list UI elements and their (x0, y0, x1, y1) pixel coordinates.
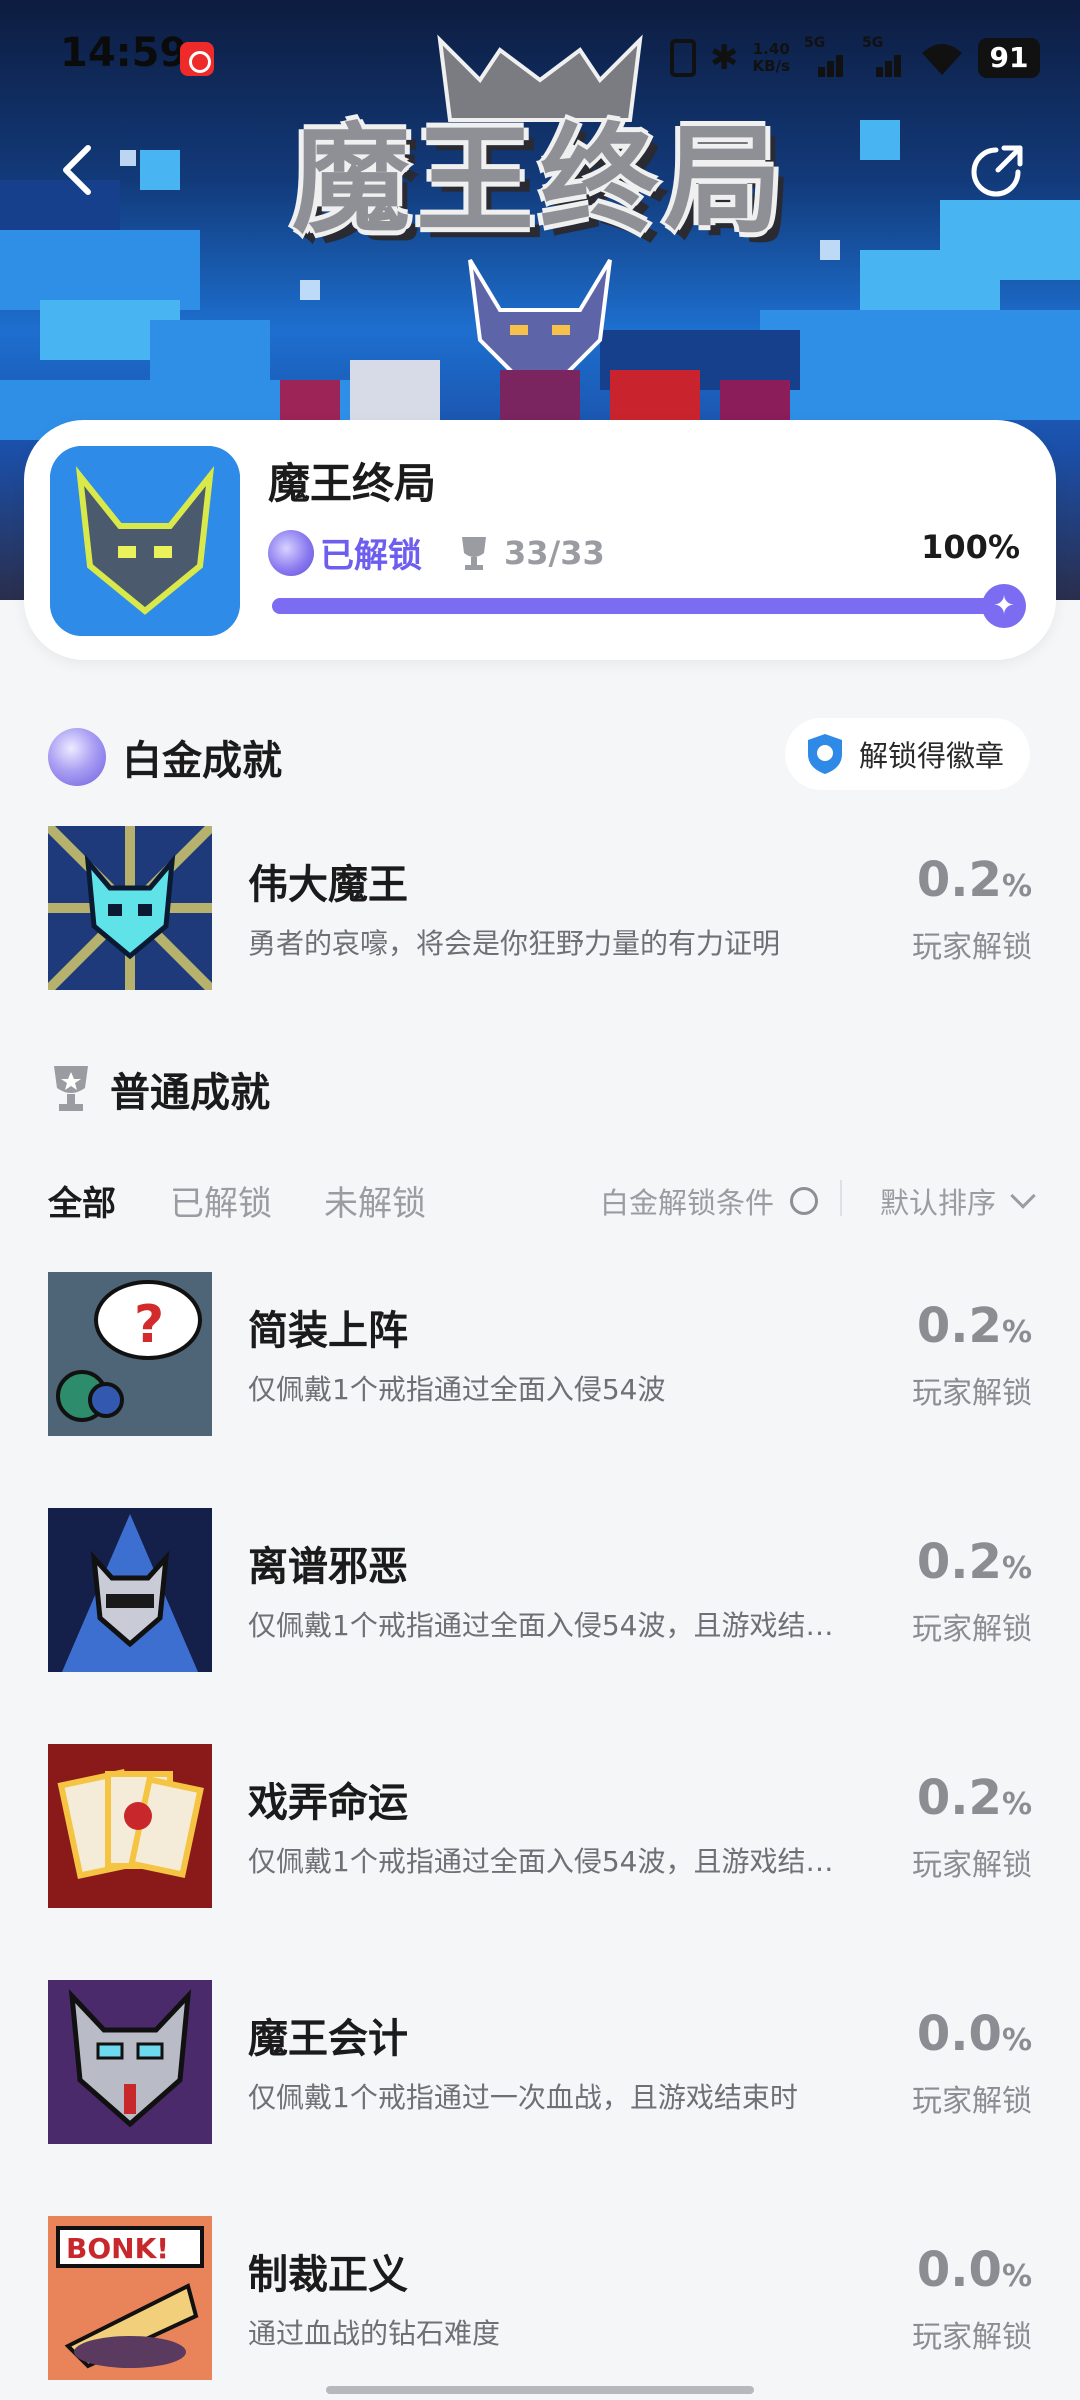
trophy-icon (462, 536, 486, 570)
achievements-page: 魔王终局 14:59 ✱ 1.40 KB/s 5G 5G 91 魔王终局 已解锁… (0, 0, 1080, 2400)
achievement-name: 魔王会计 (248, 2016, 408, 2062)
achievement-item[interactable]: 离谱邪恶 仅佩戴1个戒指通过全面入侵54波，且游戏结束时 0.2% 玩家解锁 (48, 1508, 1038, 1672)
unlock-label: 玩家解锁 (912, 1848, 1032, 1883)
achievement-item[interactable]: BONK! 制裁正义 通过血战的钻石难度 0.0% 玩家解锁 (48, 2216, 1038, 2380)
section-title: 白金成就 (122, 738, 282, 784)
vibrate-icon (670, 39, 697, 77)
tab-locked[interactable]: 未解锁 (324, 1176, 426, 1225)
shield-badge-icon (807, 734, 842, 774)
game-title: 魔王终局 (268, 459, 437, 508)
achievement-description: 通过血战的钻石难度 (248, 2317, 501, 2350)
info-circle-icon (790, 1187, 818, 1215)
achievement-name: 制裁正义 (248, 2252, 408, 2298)
home-indicator[interactable] (326, 2386, 754, 2394)
game-icon (50, 446, 240, 636)
unlocked-status: 已解锁 (320, 536, 422, 576)
unlock-label: 玩家解锁 (912, 2084, 1032, 2119)
achievement-description: 仅佩戴1个戒指通过全面入侵54波 (248, 1373, 666, 1406)
trophy-icon (54, 1066, 88, 1111)
progress-bar: ✦ (272, 584, 1026, 628)
achievement-icon (48, 826, 212, 990)
normal-section-header: 普通成就 (48, 1060, 270, 1118)
trophy-count: 33/33 (504, 533, 605, 572)
unlock-percent: 0.2% (916, 852, 1032, 908)
unlock-label: 玩家解锁 (912, 2320, 1032, 2355)
achievement-item[interactable]: 戏弄命运 仅佩戴1个戒指通过全面入侵54波，且游戏结束时 0.2% 玩家解锁 (48, 1744, 1038, 1908)
achievement-filter-bar: 全部 已解锁 未解锁 白金解锁条件 默认排序 (48, 1172, 1036, 1228)
achievement-item[interactable]: 伟大魔王 勇者的哀嚎，将会是你狂野力量的有力证明 0.2% 玩家解锁 (48, 826, 1038, 990)
chevron-down-icon (1010, 1183, 1036, 1209)
cell-signal-icon: 5G (862, 35, 906, 77)
svg-text:?: ? (134, 1295, 164, 1355)
network-speed: 1.40 KB/s (752, 40, 790, 75)
sparkle-icon: ✦ (982, 584, 1026, 628)
battery-icon: 91 (978, 38, 1040, 78)
achievement-description: 仅佩戴1个戒指通过全面入侵54波，且游戏结束时 (248, 1609, 848, 1642)
status-bar: 14:59 ✱ 1.40 KB/s 5G 5G 91 (0, 0, 1080, 120)
achievement-icon: BONK! (48, 2216, 212, 2380)
status-time: 14:59 (60, 30, 188, 76)
platinum-condition-link[interactable]: 白金解锁条件 (600, 1180, 818, 1222)
unlock-badge-button[interactable]: 解锁得徽章 (784, 718, 1030, 790)
tab-all[interactable]: 全部 (48, 1176, 116, 1225)
platinum-trophy-icon (48, 728, 106, 786)
bluetooth-icon: ✱ (710, 38, 739, 78)
achievement-icon (48, 1508, 212, 1672)
platinum-section-header: 白金成就 (48, 728, 282, 786)
unlock-percent: 0.0% (916, 2242, 1032, 2298)
achievement-item[interactable]: ? 简装上阵 仅佩戴1个戒指通过全面入侵54波 0.2% 玩家解锁 (48, 1272, 1038, 1436)
unlock-label: 玩家解锁 (912, 930, 1032, 965)
section-title: 普通成就 (110, 1070, 270, 1116)
unlock-percent: 0.2% (916, 1770, 1032, 1826)
chevron-left-icon[interactable] (50, 140, 110, 200)
achievement-description: 仅佩戴1个戒指通过一次血战，且游戏结束时 (248, 2081, 798, 2114)
share-icon[interactable] (966, 138, 1030, 202)
game-summary-card: 魔王终局 已解锁 33/33 100% ✦ (24, 420, 1056, 660)
unlock-percent: 0.2% (916, 1534, 1032, 1590)
platinum-trophy-icon (268, 529, 314, 576)
unlock-percent: 0.2% (916, 1298, 1032, 1354)
unlock-percent: 0.0% (916, 2006, 1032, 2062)
cell-signal-icon: 5G (804, 35, 848, 77)
achievement-icon (48, 1744, 212, 1908)
svg-text:BONK!: BONK! (66, 2232, 169, 2265)
divider (840, 1180, 842, 1216)
achievement-name: 离谱邪恶 (248, 1544, 408, 1590)
unlock-label: 玩家解锁 (912, 1612, 1032, 1647)
achievement-name: 戏弄命运 (248, 1780, 408, 1826)
achievement-description: 勇者的哀嚎，将会是你狂野力量的有力证明 (248, 927, 781, 960)
achievement-icon: ? (48, 1272, 212, 1436)
progress-fill (272, 598, 1012, 614)
banner-title: 魔王终局 (291, 111, 788, 249)
achievement-name: 简装上阵 (248, 1308, 408, 1354)
progress-percent: 100% (921, 528, 1020, 566)
tab-unlocked[interactable]: 已解锁 (170, 1176, 272, 1225)
netease-music-icon (180, 42, 214, 76)
achievement-description: 仅佩戴1个戒指通过全面入侵54波，且游戏结束时 (248, 1845, 848, 1878)
achievement-item[interactable]: 魔王会计 仅佩戴1个戒指通过一次血战，且游戏结束时 0.0% 玩家解锁 (48, 1980, 1038, 2144)
achievement-name: 伟大魔王 (248, 862, 408, 908)
wifi-icon (920, 41, 964, 75)
sort-dropdown[interactable]: 默认排序 (880, 1180, 1036, 1222)
unlock-label: 玩家解锁 (912, 1376, 1032, 1411)
achievement-icon (48, 1980, 212, 2144)
